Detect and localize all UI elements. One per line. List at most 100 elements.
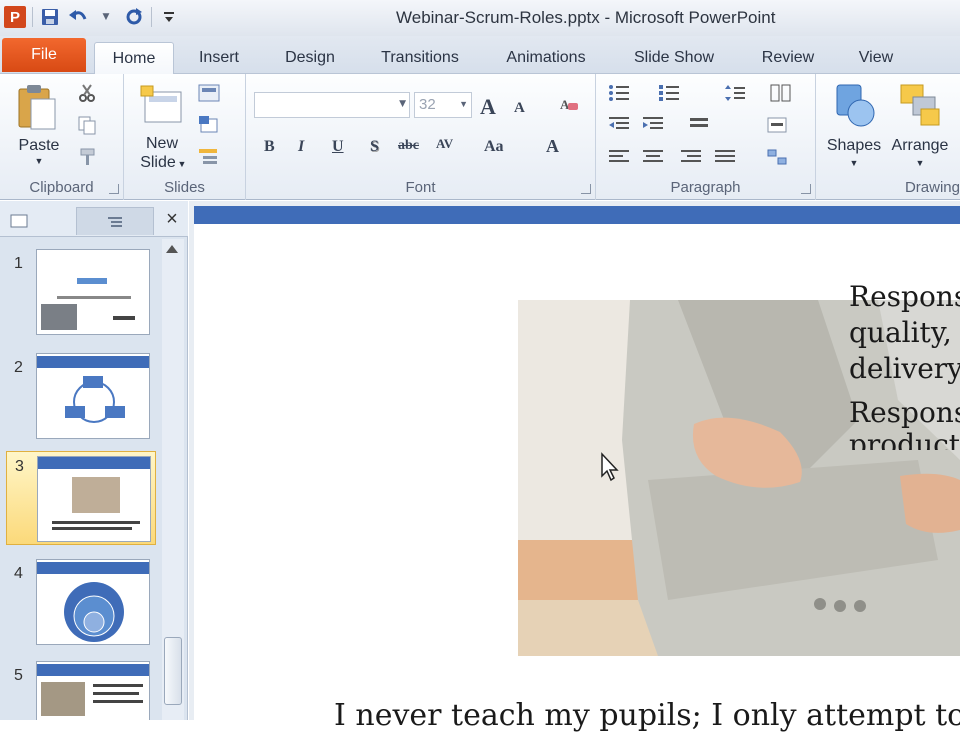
- arrange-icon[interactable]: [896, 80, 944, 132]
- tab-insert[interactable]: Insert: [184, 42, 254, 74]
- arrange-dropdown-icon[interactable]: ▼: [888, 154, 952, 173]
- tab-review[interactable]: Review: [752, 42, 824, 74]
- decrease-indent-icon[interactable]: [608, 114, 630, 136]
- tab-view[interactable]: View: [846, 42, 906, 74]
- tab-animations[interactable]: Animations: [494, 42, 598, 74]
- slide-quote-text[interactable]: I never teach my pupils; I only attempt …: [334, 698, 960, 733]
- slide-canvas[interactable]: Respons quality, delivery Respons produc…: [194, 206, 960, 733]
- separator: [151, 7, 152, 27]
- mouse-pointer-icon: [600, 452, 620, 486]
- shapes-dropdown-icon[interactable]: ▼: [824, 154, 884, 173]
- pane-tabs: ×: [0, 201, 188, 237]
- ribbon: Paste ▼ Clipboard New Slide ▼ Slides ▼ 3…: [0, 74, 960, 200]
- slide-body-line[interactable]: delivery: [849, 352, 960, 385]
- slide-thumbnail[interactable]: [36, 249, 150, 335]
- columns-icon[interactable]: [770, 82, 792, 104]
- section-icon[interactable]: [198, 146, 220, 168]
- close-pane-icon[interactable]: ×: [162, 209, 182, 229]
- justify-icon[interactable]: [714, 146, 736, 168]
- underline-button[interactable]: U: [332, 138, 344, 156]
- slide-number: 3: [15, 458, 24, 475]
- new-slide-dropdown-icon[interactable]: ▼: [176, 155, 188, 174]
- new-slide-icon[interactable]: [138, 82, 184, 128]
- slide-body-line[interactable]: Respons: [849, 396, 960, 429]
- copy-icon[interactable]: [76, 114, 98, 136]
- font-color-button[interactable]: A: [546, 136, 559, 157]
- font-launcher-icon[interactable]: [581, 184, 591, 194]
- undo-dropdown-icon[interactable]: ▼: [95, 6, 117, 28]
- slide-thumbnail[interactable]: [36, 661, 150, 720]
- arrange-button[interactable]: Arrange: [888, 136, 952, 155]
- customize-toolbar-icon[interactable]: [158, 6, 180, 28]
- bullets-icon[interactable]: [608, 82, 630, 104]
- slide-body-line[interactable]: Respons: [849, 280, 960, 313]
- slide-thumbnail[interactable]: [36, 353, 150, 439]
- reset-icon[interactable]: [198, 114, 220, 136]
- tab-slide-show[interactable]: Slide Show: [622, 42, 726, 74]
- slides-scrollbar[interactable]: [162, 239, 184, 720]
- text-direction-icon[interactable]: [688, 114, 710, 136]
- italic-button[interactable]: I: [298, 138, 304, 156]
- slide-thumbnail[interactable]: [37, 456, 151, 542]
- slide-thumbnail-row[interactable]: 2: [0, 353, 160, 449]
- layout-icon[interactable]: [198, 82, 220, 104]
- shrink-font-button[interactable]: A: [514, 100, 525, 117]
- drawing-group-label: Drawing: [904, 179, 960, 196]
- slide-thumbnail-row[interactable]: 4: [0, 559, 160, 655]
- outline-tab-icon[interactable]: [76, 207, 154, 235]
- powerpoint-app-icon[interactable]: P: [4, 6, 26, 28]
- clear-formatting-icon[interactable]: A: [558, 94, 580, 116]
- scroll-thumb[interactable]: [164, 637, 182, 705]
- tab-transitions[interactable]: Transitions: [370, 42, 470, 74]
- font-size-value: 32: [419, 96, 436, 113]
- slide-body-line[interactable]: product: [849, 428, 960, 450]
- numbering-icon[interactable]: [658, 82, 680, 104]
- ribbon-tabs: File Home Insert Design Transitions Anim…: [0, 36, 960, 75]
- paste-dropdown-icon[interactable]: ▼: [14, 152, 64, 171]
- scroll-up-icon[interactable]: [166, 245, 178, 253]
- align-text-icon[interactable]: [766, 114, 788, 136]
- slide-editor: Respons quality, delivery Respons produc…: [189, 201, 960, 733]
- line-spacing-icon[interactable]: [724, 82, 746, 104]
- slide-thumbnail-row-selected[interactable]: 3: [6, 451, 156, 545]
- save-icon[interactable]: [39, 6, 61, 28]
- smartart-icon[interactable]: [766, 146, 788, 168]
- format-painter-icon[interactable]: [76, 146, 98, 168]
- slide-body-line[interactable]: quality,: [849, 316, 952, 349]
- align-right-icon[interactable]: [680, 146, 702, 168]
- slides-pane: × 1 2 3 4 5: [0, 201, 188, 720]
- slide-thumbnail-row[interactable]: 1: [0, 249, 160, 345]
- increase-indent-icon[interactable]: [642, 114, 664, 136]
- character-spacing-button[interactable]: AV: [436, 136, 453, 152]
- tab-design[interactable]: Design: [272, 42, 348, 74]
- title-bar: P ▼ Webinar-Scrum-Roles.pptx - Microsoft…: [0, 0, 960, 36]
- font-name-dropdown-icon[interactable]: ▼: [399, 99, 406, 109]
- slides-tab-icon[interactable]: [4, 207, 34, 235]
- tab-home[interactable]: Home: [94, 42, 174, 75]
- slide-thumbnail[interactable]: [36, 559, 150, 645]
- slide-thumbnail-row[interactable]: 5: [0, 661, 160, 720]
- redo-icon[interactable]: [123, 6, 145, 28]
- undo-icon[interactable]: [67, 6, 89, 28]
- cut-icon[interactable]: [76, 82, 98, 104]
- clipboard-launcher-icon[interactable]: [109, 184, 119, 194]
- text-shadow-button[interactable]: S: [370, 138, 379, 156]
- tab-file[interactable]: File: [2, 38, 86, 72]
- change-case-button[interactable]: Aa: [484, 138, 504, 156]
- separator: [32, 7, 33, 27]
- font-size-dropdown-icon[interactable]: ▼: [459, 99, 468, 109]
- clipboard-group-label: Clipboard: [29, 179, 94, 196]
- font-name-select[interactable]: ▼: [254, 92, 410, 118]
- strikethrough-button[interactable]: abc: [398, 138, 419, 154]
- drawing-group: Shapes ▼ Arrange ▼ Drawing: [816, 74, 960, 200]
- align-left-icon[interactable]: [608, 146, 630, 168]
- new-slide-label-line1[interactable]: New: [134, 134, 190, 153]
- grow-font-button[interactable]: A: [480, 94, 496, 120]
- shapes-icon[interactable]: [830, 80, 878, 132]
- shapes-button[interactable]: Shapes: [824, 136, 884, 155]
- paste-icon[interactable]: [14, 80, 60, 132]
- font-size-select[interactable]: 32 ▼: [414, 92, 472, 118]
- align-center-icon[interactable]: [642, 146, 664, 168]
- bold-button[interactable]: B: [264, 138, 275, 156]
- paragraph-launcher-icon[interactable]: [801, 184, 811, 194]
